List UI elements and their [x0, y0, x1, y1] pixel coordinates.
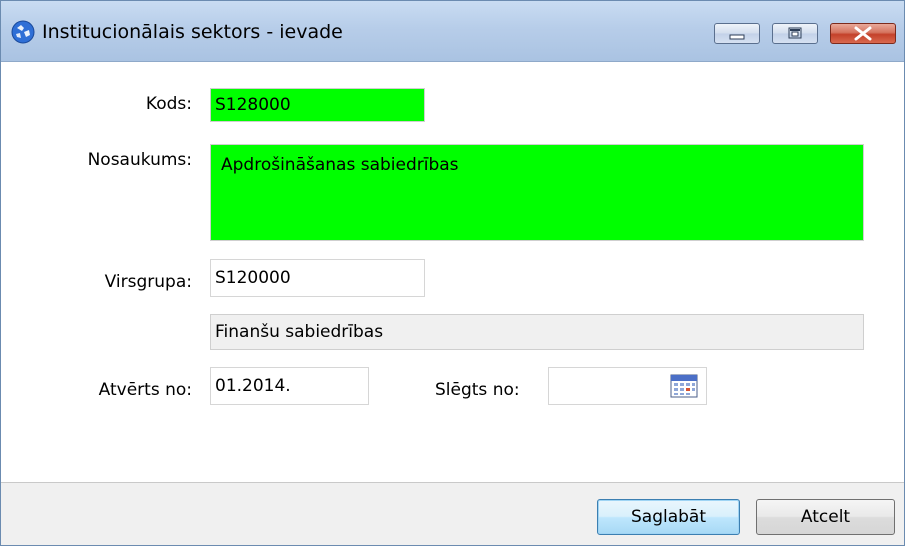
- app-globe-icon[interactable]: [11, 20, 35, 44]
- virsgrupa-description-field: [210, 314, 864, 350]
- close-button[interactable]: [830, 23, 896, 44]
- title-bar[interactable]: Institucionālais sektors - ievade: [1, 1, 904, 62]
- virsgrupa-input[interactable]: [210, 259, 425, 297]
- maximize-icon: [788, 27, 802, 39]
- calendar-button[interactable]: [669, 373, 701, 401]
- nosaukums-label: Nosaukums:: [87, 150, 192, 170]
- minimize-icon: [729, 34, 745, 40]
- kods-input[interactable]: [210, 88, 425, 122]
- save-button[interactable]: Saglabāt: [597, 499, 740, 535]
- close-icon: [854, 26, 872, 41]
- window-title: Institucionālais sektors - ievade: [42, 21, 343, 43]
- kods-label: Kods:: [145, 94, 192, 114]
- dialog-window: Institucionālais sektors - ievade Kods: …: [0, 0, 905, 546]
- calendar-icon: [670, 374, 698, 398]
- atverts-no-label: Atvērts no:: [98, 380, 192, 400]
- slegts-no-label: Slēgts no:: [435, 380, 520, 400]
- atverts-no-input[interactable]: [210, 367, 369, 405]
- cancel-button[interactable]: Atcelt: [756, 499, 895, 535]
- maximize-button[interactable]: [772, 23, 818, 44]
- nosaukums-textarea[interactable]: Apdrošināšanas sabiedrības: [210, 144, 864, 241]
- virsgrupa-label: Virsgrupa:: [104, 272, 192, 292]
- minimize-button[interactable]: [714, 23, 760, 44]
